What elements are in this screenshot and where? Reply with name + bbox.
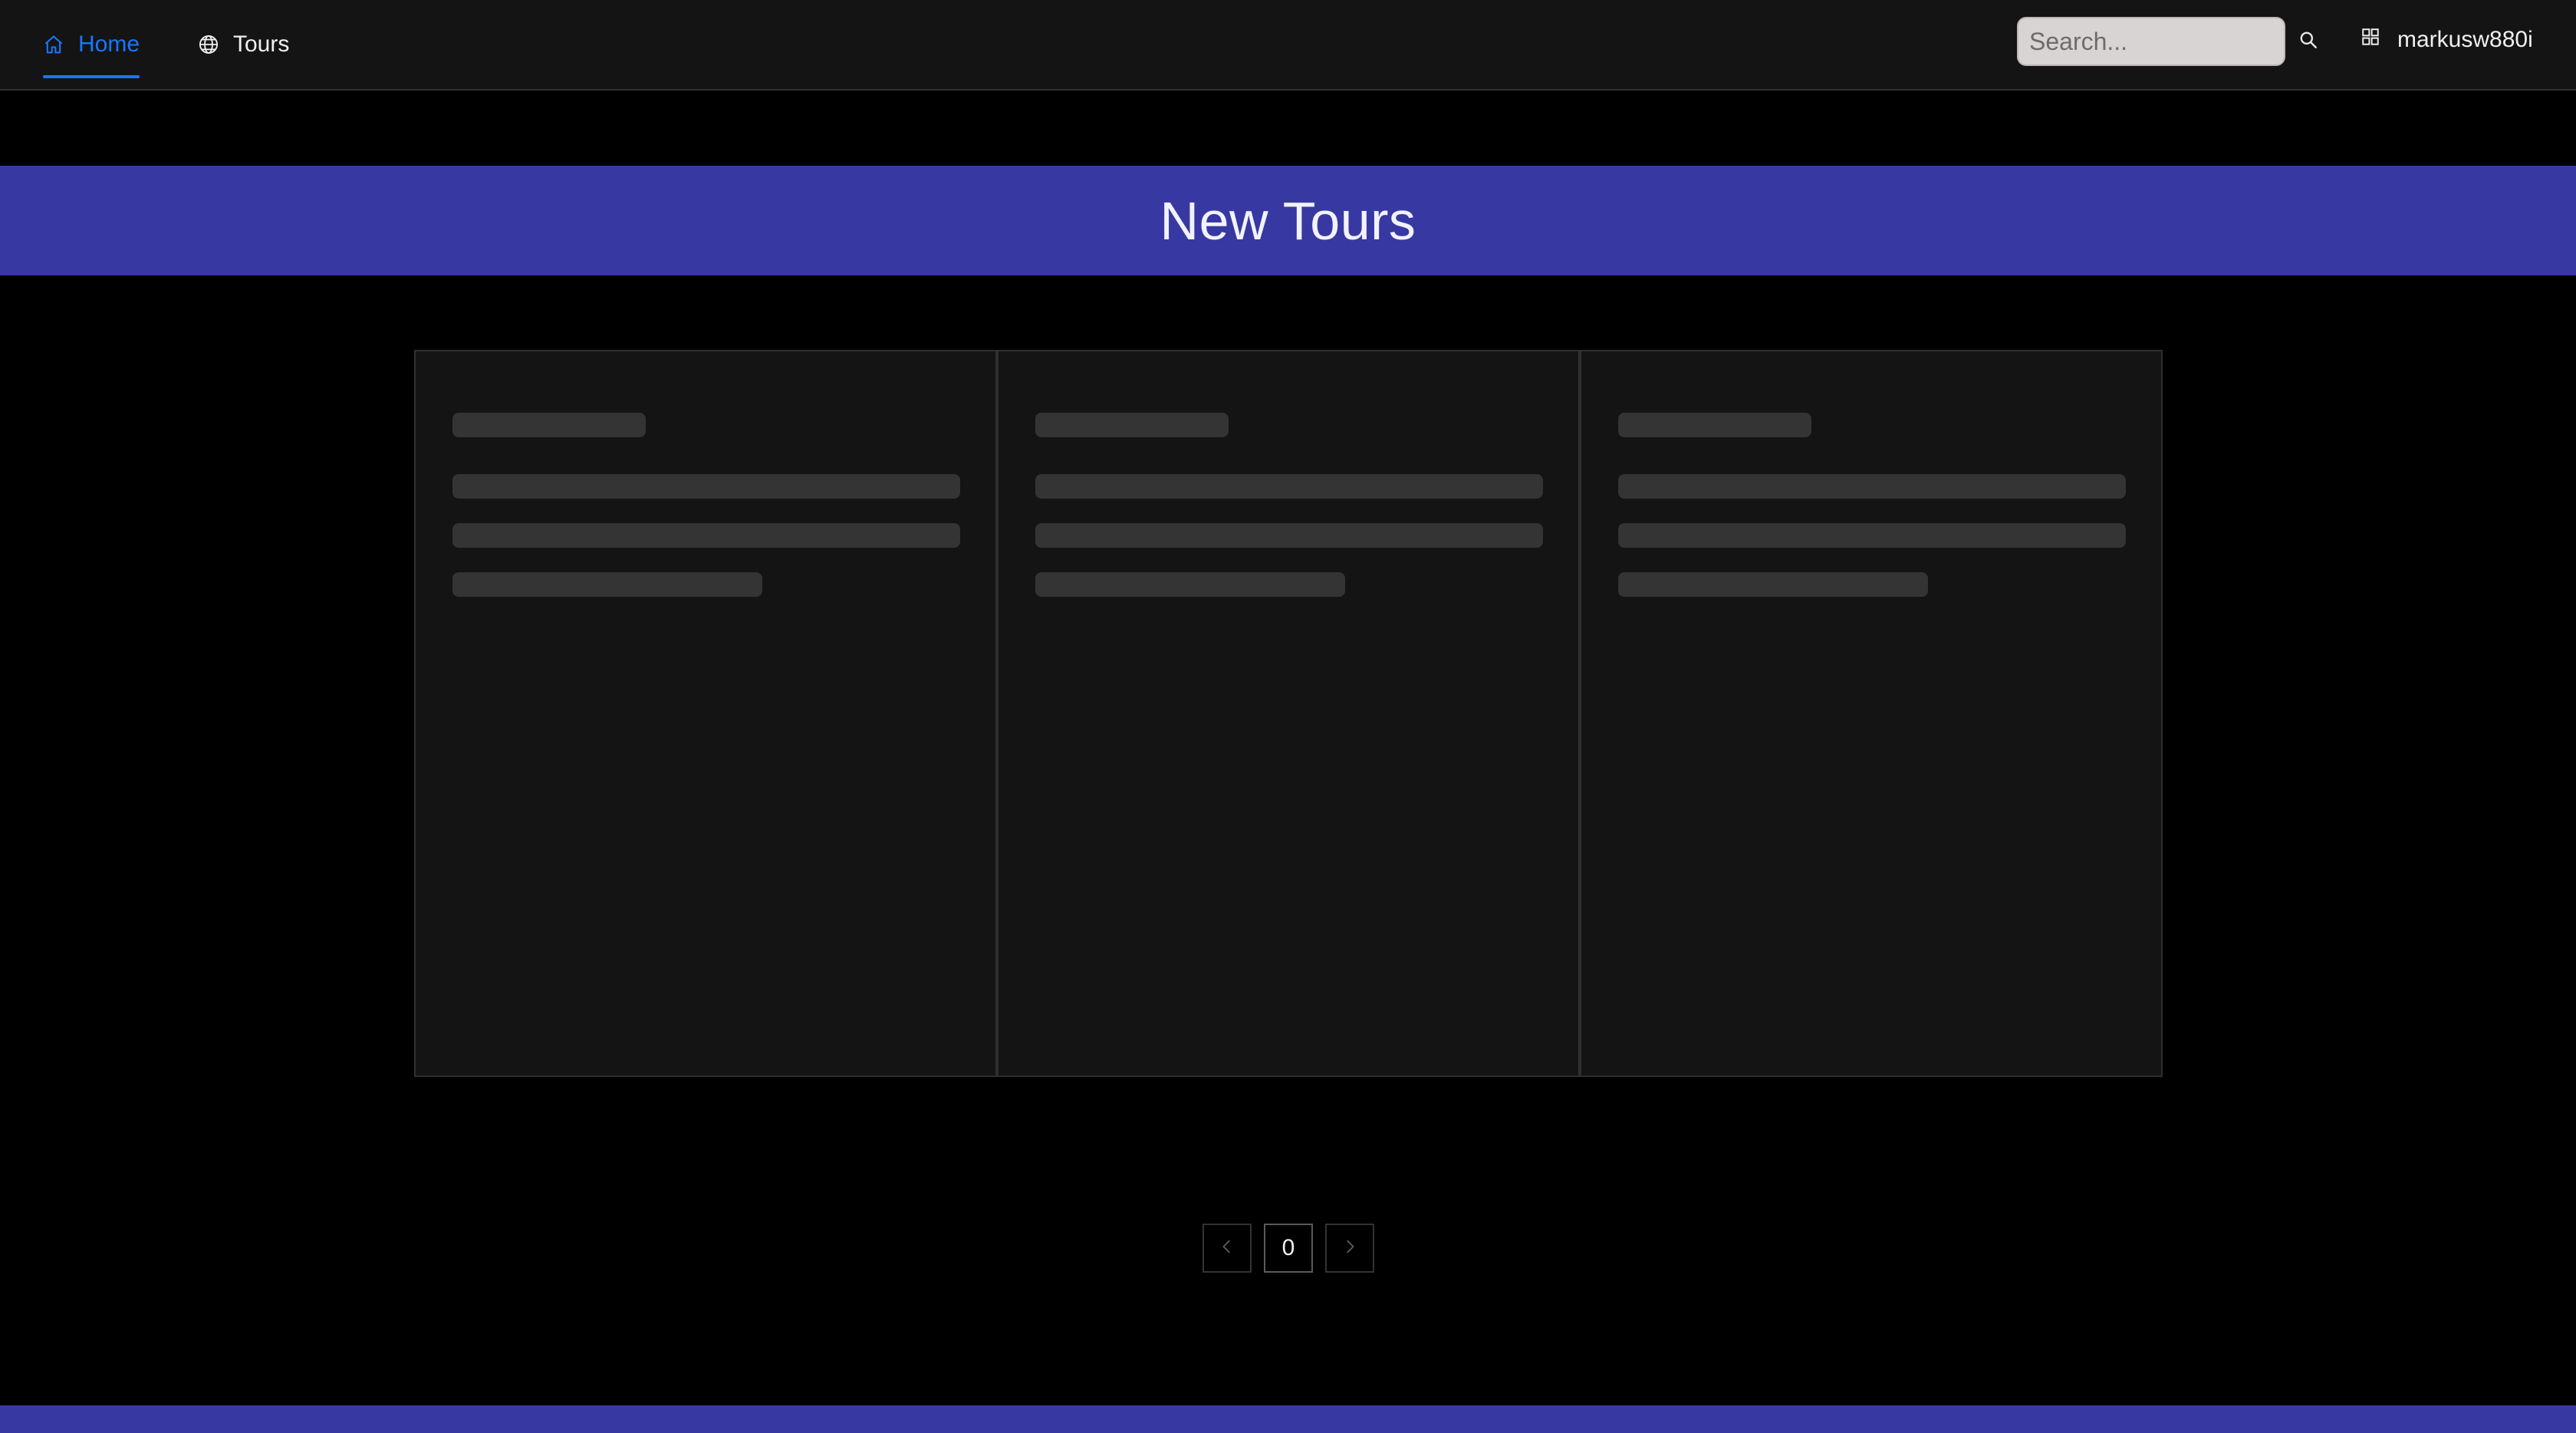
skeleton-line bbox=[1035, 572, 1345, 597]
footer bbox=[0, 1405, 2576, 1433]
tour-card-skeleton bbox=[997, 350, 1580, 1077]
search-input[interactable] bbox=[2017, 17, 2285, 66]
chevron-right-icon bbox=[1341, 1235, 1358, 1261]
skeleton-title bbox=[1618, 413, 1811, 437]
app-grid-icon bbox=[2361, 27, 2380, 53]
skeleton-line bbox=[452, 474, 960, 499]
current-page[interactable]: 0 bbox=[1264, 1224, 1313, 1273]
skeleton-line bbox=[1618, 572, 1928, 597]
banner: New Tours bbox=[0, 166, 2576, 275]
nav-tours-label: Tours bbox=[233, 31, 290, 57]
globe-icon bbox=[198, 34, 219, 55]
tour-card-skeleton bbox=[414, 350, 997, 1077]
skeleton-title bbox=[452, 413, 646, 437]
nav-tours[interactable]: Tours bbox=[198, 0, 289, 89]
skeleton-line bbox=[1035, 474, 1543, 499]
search-button[interactable] bbox=[2295, 28, 2322, 55]
skeleton-line bbox=[1618, 523, 2126, 548]
home-icon bbox=[43, 34, 64, 55]
top-navigation: Home Tours Search... markusw880i bbox=[0, 0, 2576, 91]
skeleton-title bbox=[1035, 413, 1229, 437]
prev-page-button[interactable] bbox=[1202, 1224, 1252, 1273]
page-title: New Tours bbox=[1160, 190, 1416, 251]
search-icon bbox=[2298, 30, 2318, 54]
username-label: markusw880i bbox=[2397, 27, 2533, 52]
next-page-button[interactable] bbox=[1325, 1224, 1374, 1273]
skeleton-line bbox=[1618, 474, 2126, 499]
user-menu[interactable]: markusw880i bbox=[2361, 0, 2533, 80]
nav-home-label: Home bbox=[78, 31, 140, 57]
nav-home[interactable]: Home bbox=[43, 0, 140, 89]
skeleton-line bbox=[452, 523, 960, 548]
chevron-left-icon bbox=[1219, 1235, 1235, 1261]
skeleton-line bbox=[1035, 523, 1543, 548]
skeleton-line bbox=[452, 572, 762, 597]
pagination: 0 bbox=[1202, 1224, 1374, 1273]
tour-card-list bbox=[414, 350, 2163, 1077]
tour-card-skeleton bbox=[1580, 350, 2163, 1077]
